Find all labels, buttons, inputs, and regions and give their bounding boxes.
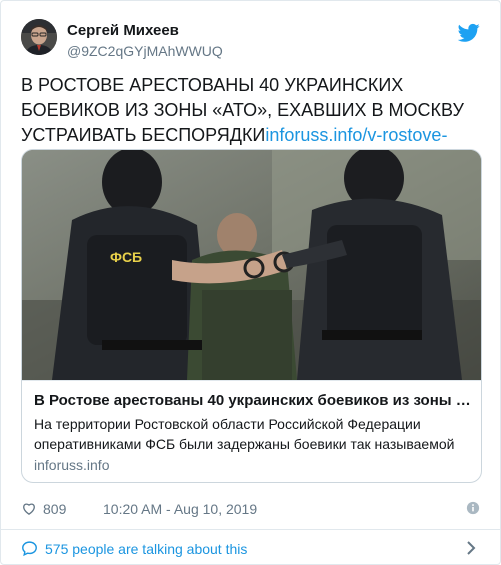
divider	[1, 529, 501, 530]
user-info[interactable]: Сергей Михеев @9ZC2qGYjMAhWWUQ	[67, 22, 223, 60]
twitter-bird-icon[interactable]	[458, 23, 480, 43]
info-icon[interactable]	[466, 501, 480, 515]
link-card[interactable]: ФСБ В Ростове арестованы 40 украинских б…	[21, 149, 482, 483]
tweet-meta: 809 10:20 AM - Aug 10, 2019	[21, 499, 480, 519]
card-domain[interactable]: inforuss.info	[34, 455, 471, 475]
card-image[interactable]: ФСБ	[22, 150, 481, 380]
card-body[interactable]: В Ростове арестованы 40 украинских боеви…	[22, 380, 481, 482]
card-image-badge: ФСБ	[110, 249, 142, 265]
conversation-link[interactable]: 575 people are talking about this	[21, 539, 480, 559]
tweet-embed: Сергей Михеев @9ZC2qGYjMAhWWUQ В РОСТОВЕ…	[0, 0, 501, 565]
like-count[interactable]: 809	[43, 500, 66, 518]
card-description: На территории Ростовской области Российс…	[34, 416, 455, 452]
user-name[interactable]: Сергей Михеев	[67, 22, 223, 40]
tweet-header: Сергей Михеев @9ZC2qGYjMAhWWUQ	[21, 19, 480, 67]
avatar[interactable]	[21, 19, 57, 55]
speech-bubble-icon	[22, 541, 37, 557]
user-handle[interactable]: @9ZC2qGYjMAhWWUQ	[67, 42, 223, 60]
chevron-right-icon[interactable]	[466, 541, 476, 555]
card-title[interactable]: В Ростове арестованы 40 украинских боеви…	[34, 391, 471, 411]
talking-count[interactable]: 575 people are talking about this	[45, 540, 247, 558]
heart-icon[interactable]	[21, 500, 37, 516]
timestamp[interactable]: 10:20 AM - Aug 10, 2019	[103, 500, 257, 518]
